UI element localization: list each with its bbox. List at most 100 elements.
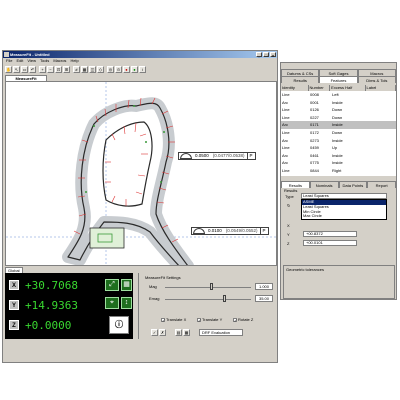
feature-row[interactable]: Arc 0001 Inside	[281, 99, 396, 107]
info-icon[interactable]: i	[139, 66, 146, 73]
feature-type: Arc	[282, 160, 288, 166]
refresh-icon[interactable]: ↻	[287, 203, 290, 208]
arrow-icon[interactable]: ↖	[13, 66, 20, 73]
dro-measure-button[interactable]: ⤢	[105, 279, 119, 291]
tab-result-nominals[interactable]: Nominals	[309, 181, 339, 188]
fit-check-icon[interactable]: ✓	[151, 329, 158, 336]
translate-y-checkbox[interactable]: ✓ Translate Y	[197, 317, 222, 322]
feature-row[interactable]: Arc 0461 Inside	[281, 152, 396, 160]
rotate-z-label: Rotate Z	[238, 317, 254, 322]
callout-1[interactable]: 0.0500 (0.0477/0.0538) P	[178, 152, 256, 160]
tab-result-results[interactable]: Results	[281, 181, 310, 188]
menu-help[interactable]: Help	[70, 58, 78, 64]
feature-number: 0273	[310, 137, 319, 143]
result-y-label: Y	[287, 232, 290, 237]
feature-row[interactable]: Line 0459 Up	[281, 144, 396, 152]
feature-direction: Right	[332, 168, 342, 173]
rotate-z-box[interactable]: ✓	[233, 317, 237, 322]
mag-slider[interactable]	[209, 283, 213, 290]
target-icon[interactable]: ◎	[107, 66, 114, 73]
zoom-window-icon[interactable]: ⊞	[63, 66, 70, 73]
feature-row[interactable]: Arc 0171 Inside	[281, 121, 396, 129]
emag-value[interactable]: 35.00	[255, 295, 273, 302]
feature-number: 0844	[310, 168, 319, 173]
title-bar: MeasureFit - Untitled _ □ ×	[3, 51, 277, 58]
fit-grid-icon[interactable]: ▦	[183, 329, 190, 336]
dro-zero-button[interactable]: ⌖	[105, 297, 119, 309]
type-dropdown: ASME Least Squares Min Circle Max Circle	[301, 199, 387, 220]
tab-result-report[interactable]: Report	[367, 181, 396, 188]
dro-axis-button[interactable]: ↕	[121, 297, 132, 309]
tab-results[interactable]: Results	[281, 76, 320, 83]
shape-icon[interactable]: ◇	[97, 66, 104, 73]
callout-2[interactable]: 0.0100 (0.0549/0.0552) P	[191, 227, 269, 235]
feature-row[interactable]: Line 0172 Down	[281, 129, 396, 137]
menu-macros[interactable]: Macros	[53, 58, 66, 64]
tab-soft-gages[interactable]: Soft Gages	[319, 69, 358, 76]
tab-datums[interactable]: Datums & CSs	[281, 69, 320, 76]
result-y-value: +00.8372	[303, 231, 357, 237]
feature-direction: Down	[332, 114, 343, 120]
measurefit-window: MeasureFit - Untitled _ □ × File Edit Vi…	[2, 50, 278, 363]
rotate-z-checkbox[interactable]: ✓ Rotate Z	[233, 317, 253, 322]
translate-x-box[interactable]: ✓	[161, 317, 165, 322]
feature-row[interactable]: Arc 0775 Inside	[281, 159, 396, 167]
box-select-icon[interactable]: ▭	[21, 66, 28, 73]
axis-x-value: +30.7068	[25, 278, 78, 292]
translate-x-label: Translate X	[166, 317, 187, 322]
app-icon	[4, 52, 9, 57]
callout-2-flag: P	[259, 227, 268, 235]
datum-box	[89, 227, 125, 249]
translate-y-box[interactable]: ✓	[197, 317, 201, 322]
chart-icon[interactable]: ▦	[81, 66, 88, 73]
feature-direction: Inside	[332, 122, 343, 128]
axis-y-value: +14.9363	[25, 298, 78, 312]
feature-row[interactable]: Arc 0273 Inside	[281, 137, 396, 145]
close-button[interactable]: ×	[270, 52, 276, 58]
emag-label: Emag	[149, 296, 160, 301]
feature-row[interactable]: Line 0126 Down	[281, 106, 396, 114]
menu-edit[interactable]: Edit	[16, 58, 23, 64]
fit-options-icon[interactable]: ▤	[175, 329, 182, 336]
tab-dims-tols[interactable]: Dims & Tols	[357, 76, 396, 83]
result-z-label: Z	[287, 241, 290, 246]
measurement-canvas[interactable]: 0.0500 (0.0477/0.0538) P 0.0100 (0.0549/…	[5, 81, 277, 266]
tab-result-data-points[interactable]: Data Points	[338, 181, 368, 188]
undo-icon[interactable]: ↶	[29, 66, 36, 73]
zoom-in-icon[interactable]: +	[39, 66, 46, 73]
feature-row[interactable]: Line 0227 Down	[281, 114, 396, 122]
grid-icon[interactable]: #	[73, 66, 80, 73]
type-option[interactable]: Max Circle	[302, 213, 386, 219]
zoom-fit-icon[interactable]: ⊡	[55, 66, 62, 73]
stop-icon[interactable]: ●	[123, 66, 130, 73]
evaluation-select[interactable]: DRF Evaluation	[199, 329, 243, 336]
right-panel: Datums & CSs Soft Gages Macros Results F…	[280, 62, 397, 300]
feature-row[interactable]: Line 0844 Right	[281, 167, 396, 175]
emag-slider[interactable]	[223, 295, 227, 302]
hand-icon[interactable]: ✋	[5, 66, 12, 73]
go-icon[interactable]: ●	[131, 66, 138, 73]
menu-view[interactable]: View	[27, 58, 36, 64]
settings-panel: MeasureFit Settings Mag 1.000 Emag 35.00…	[138, 273, 277, 339]
zoom-out-icon[interactable]: −	[47, 66, 54, 73]
target-icon[interactable]: ⊙	[115, 66, 122, 73]
menu-file[interactable]: File	[6, 58, 12, 64]
feature-direction: Left	[332, 92, 339, 97]
feature-type: Line	[282, 168, 290, 173]
tab-macros[interactable]: Macros	[357, 69, 396, 76]
maximize-button[interactable]: □	[263, 52, 269, 58]
type-label: Type	[285, 194, 294, 199]
mag-value[interactable]: 1.000	[255, 283, 273, 290]
tab-features[interactable]: Features	[319, 76, 358, 83]
fit-cancel-icon[interactable]: ✗	[159, 329, 166, 336]
minimize-button[interactable]: _	[256, 52, 262, 58]
menu-tools[interactable]: Tools	[40, 58, 49, 64]
axis-x-label: X	[9, 280, 19, 290]
dro-grid-button[interactable]: ▦	[121, 279, 132, 291]
fit-icon[interactable]: ◫	[89, 66, 96, 73]
result-x-label: X	[287, 223, 290, 228]
info-icon[interactable]: ⓘ	[109, 316, 129, 334]
translate-x-checkbox[interactable]: ✓ Translate X	[161, 317, 186, 322]
feature-number: 0008	[310, 92, 319, 97]
feature-row[interactable]: Line 0008 Left	[281, 91, 396, 99]
